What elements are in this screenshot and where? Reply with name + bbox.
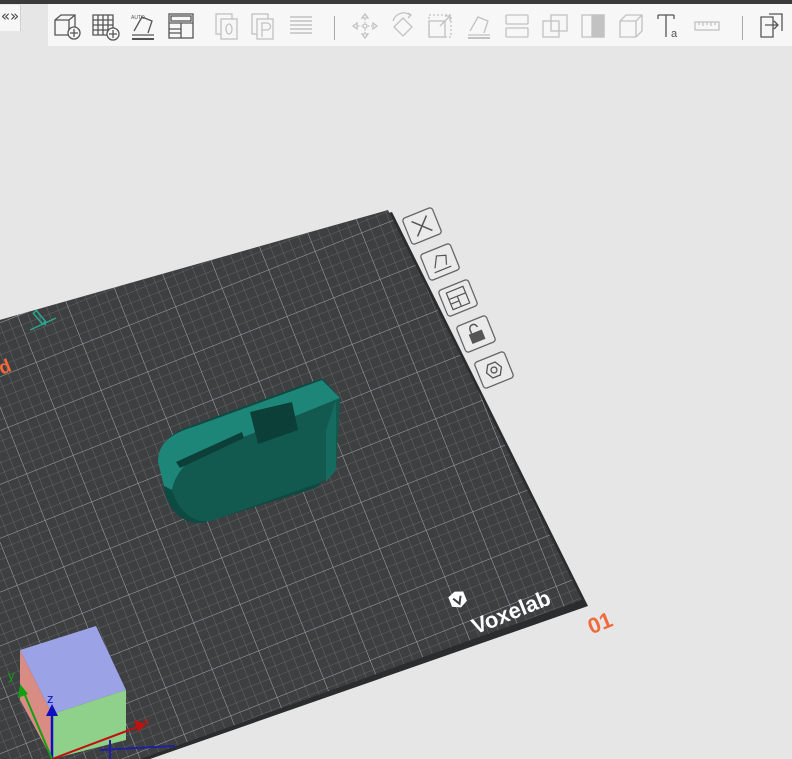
close-plate-icon[interactable] bbox=[402, 207, 442, 245]
nut-settings-icon[interactable] bbox=[474, 351, 514, 389]
3d-viewport[interactable]: ed Voxelab 01 y z x bbox=[0, 46, 792, 759]
measure-icon[interactable] bbox=[692, 11, 722, 41]
svg-text:a: a bbox=[671, 28, 678, 40]
toolbar-separator bbox=[334, 16, 335, 40]
axis-z-label: z bbox=[47, 691, 54, 706]
add-object-icon[interactable] bbox=[52, 11, 82, 41]
add-grid-icon[interactable] bbox=[90, 11, 120, 41]
copy-icon[interactable] bbox=[212, 11, 242, 41]
axis-y-label: y bbox=[8, 668, 15, 683]
rotate-icon[interactable] bbox=[388, 11, 418, 41]
layout-icon[interactable] bbox=[166, 11, 196, 41]
axis-x-label: x bbox=[143, 714, 150, 729]
merge-icon[interactable] bbox=[540, 11, 570, 41]
export-icon[interactable] bbox=[756, 11, 786, 41]
text-icon[interactable]: a bbox=[654, 11, 684, 41]
collapse-panel-button[interactable]: «» bbox=[0, 5, 21, 31]
support-icon[interactable] bbox=[616, 11, 646, 41]
split-icon[interactable] bbox=[502, 11, 532, 41]
plate-settings-icon[interactable] bbox=[438, 279, 478, 317]
lay-flat-icon[interactable] bbox=[464, 11, 494, 41]
auto-arrange-icon[interactable]: AUTO bbox=[128, 11, 158, 41]
auto-arrange-plate-icon[interactable] bbox=[420, 243, 460, 281]
main-toolbar: AUTO a bbox=[48, 4, 792, 46]
move-icon[interactable] bbox=[350, 11, 380, 41]
build-plate-scene bbox=[0, 207, 588, 759]
menu-lines-icon[interactable] bbox=[286, 11, 316, 41]
toolbar-separator bbox=[742, 16, 743, 40]
svg-text:AUTO: AUTO bbox=[131, 15, 145, 21]
paste-icon[interactable] bbox=[248, 11, 278, 41]
lock-plate-icon[interactable] bbox=[456, 315, 496, 353]
cut-icon[interactable] bbox=[578, 11, 608, 41]
scale-icon[interactable] bbox=[426, 11, 456, 41]
